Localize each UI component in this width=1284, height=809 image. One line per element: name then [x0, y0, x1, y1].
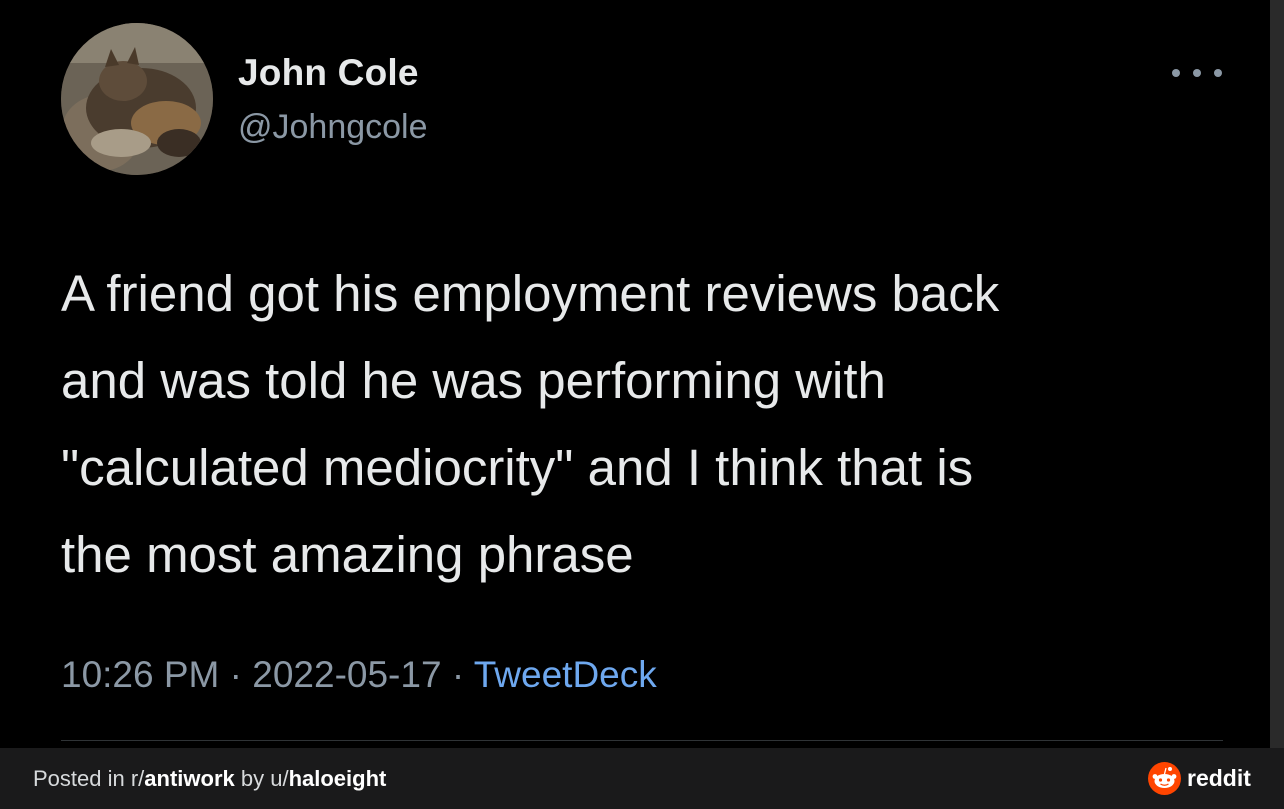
username-link[interactable]: haloeight — [289, 766, 387, 791]
tweet-text-line: "calculated mediocrity" and I think that… — [61, 439, 974, 496]
subreddit-link[interactable]: antiwork — [144, 766, 234, 791]
more-dot — [1214, 69, 1222, 77]
divider — [61, 740, 1223, 741]
reddit-wordmark: reddit — [1187, 765, 1251, 791]
tweet-text-line: and was told he was performing with — [61, 352, 886, 409]
avatar[interactable] — [61, 23, 213, 175]
posted-prefix: Posted in r/ — [33, 766, 145, 791]
meta-separator: · — [229, 654, 253, 695]
tweet-time[interactable]: 10:26 PM — [61, 654, 219, 695]
tweet-source-link[interactable]: TweetDeck — [474, 654, 657, 695]
user-handle[interactable]: @Johngcole — [238, 108, 428, 147]
cat-photo-avatar-icon — [61, 23, 213, 175]
tweet-text-line: the most amazing phrase — [61, 526, 634, 583]
reddit-snoo-icon — [1148, 762, 1181, 795]
by-prefix: by u/ — [234, 766, 289, 791]
tweet-card: John Cole @Johngcole A friend got his em… — [0, 0, 1270, 748]
tweet-text: A friend got his employment reviews back… — [61, 250, 1251, 598]
reddit-logo[interactable]: reddit — [1148, 762, 1251, 795]
reddit-footer: Posted in r/antiwork by u/haloeight redd… — [0, 748, 1284, 809]
display-name[interactable]: John Cole — [238, 52, 419, 94]
posted-in-text: Posted in r/antiwork by u/haloeight — [33, 766, 386, 792]
screenshot-page: John Cole @Johngcole A friend got his em… — [0, 0, 1284, 809]
meta-separator: · — [451, 654, 474, 695]
tweet-text-line: A friend got his employment reviews back — [61, 265, 1000, 322]
more-dot — [1193, 69, 1201, 77]
more-dot — [1172, 69, 1180, 77]
tweet-date[interactable]: 2022-05-17 — [252, 654, 441, 695]
scroll-edge — [1270, 0, 1284, 748]
tweet-meta: 10:26 PM · 2022-05-17 · TweetDeck — [61, 654, 657, 696]
more-options-icon[interactable] — [1172, 60, 1222, 86]
